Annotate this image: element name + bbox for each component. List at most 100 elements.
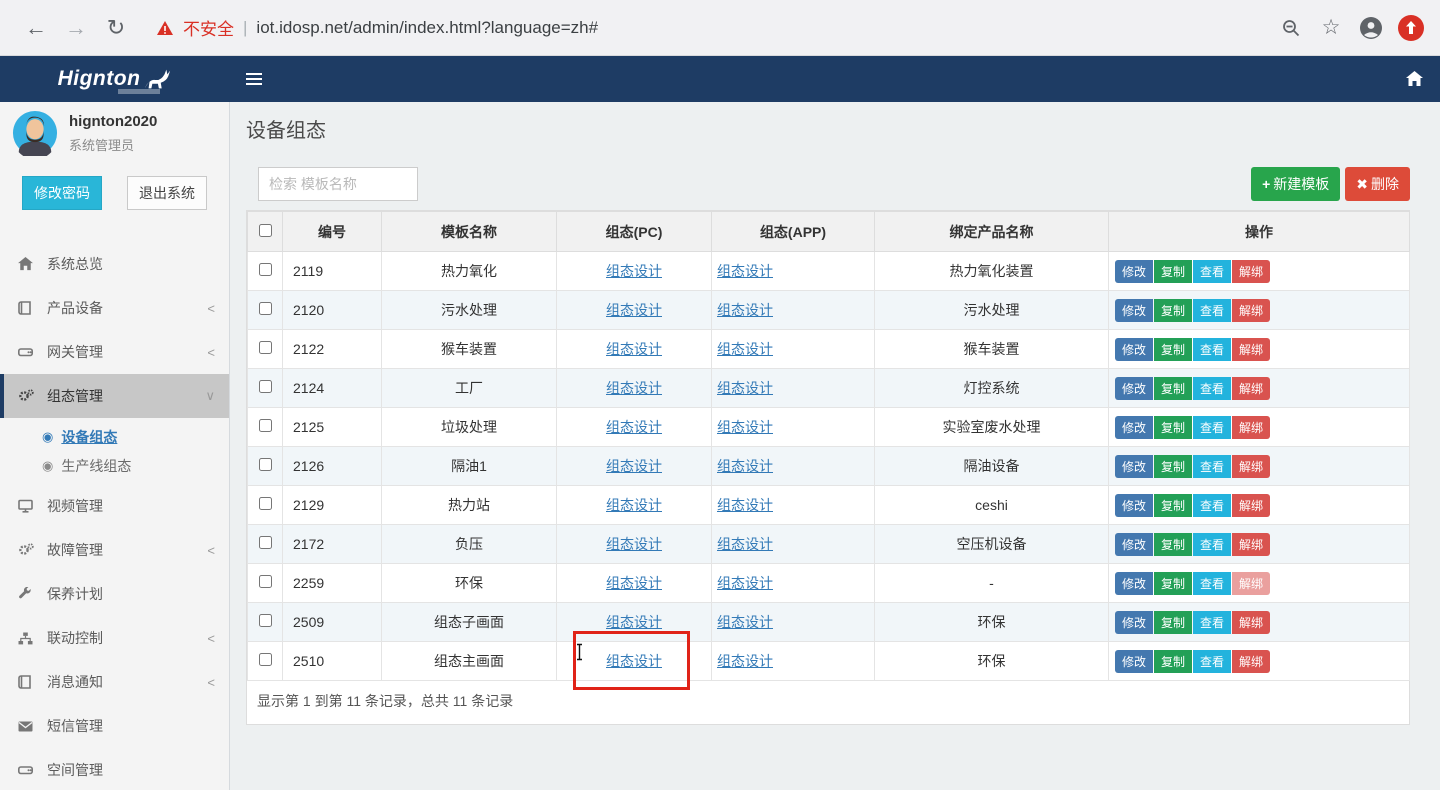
browser-reload-icon[interactable]: ↻ xyxy=(96,15,136,41)
edit-button[interactable]: 修改 xyxy=(1115,650,1153,673)
row-checkbox[interactable] xyxy=(259,419,272,432)
pc-design-link[interactable]: 组态设计 xyxy=(606,380,662,396)
row-checkbox[interactable] xyxy=(259,341,272,354)
sidebar-item-device-config[interactable]: ◉ 设备组态 xyxy=(0,422,229,451)
unbind-button[interactable]: 解绑 xyxy=(1232,650,1270,673)
sidebar-item-gateway-management[interactable]: 网关管理 < xyxy=(0,330,229,374)
browser-forward-icon[interactable]: → xyxy=(56,15,96,41)
row-checkbox[interactable] xyxy=(259,458,272,471)
app-design-link[interactable]: 组态设计 xyxy=(717,419,773,435)
browser-update-icon[interactable] xyxy=(1398,15,1424,41)
edit-button[interactable]: 修改 xyxy=(1115,572,1153,595)
new-template-button[interactable]: + 新建模板 xyxy=(1251,167,1340,201)
row-checkbox[interactable] xyxy=(259,380,272,393)
address-bar[interactable]: 不安全 | iot.idosp.net/admin/index.html?lan… xyxy=(156,15,1278,40)
row-checkbox[interactable] xyxy=(259,536,272,549)
unbind-button[interactable]: 解绑 xyxy=(1232,416,1270,439)
app-design-link[interactable]: 组态设计 xyxy=(717,341,773,357)
delete-button[interactable]: ✖ 删除 xyxy=(1345,167,1410,201)
copy-button[interactable]: 复制 xyxy=(1154,377,1192,400)
browser-back-icon[interactable]: ← xyxy=(16,15,56,41)
app-design-link[interactable]: 组态设计 xyxy=(717,302,773,318)
sidebar-item-config-management[interactable]: 组态管理 ∨ xyxy=(0,374,229,418)
app-design-link[interactable]: 组态设计 xyxy=(717,497,773,513)
row-checkbox[interactable] xyxy=(259,575,272,588)
sidebar-item-linkage-control[interactable]: 联动控制 < xyxy=(0,616,229,660)
copy-button[interactable]: 复制 xyxy=(1154,572,1192,595)
pc-design-link[interactable]: 组态设计 xyxy=(606,302,662,318)
brand-logo[interactable]: Hignton xyxy=(0,56,230,102)
unbind-button[interactable]: 解绑 xyxy=(1232,572,1270,595)
edit-button[interactable]: 修改 xyxy=(1115,494,1153,517)
view-button[interactable]: 查看 xyxy=(1193,533,1231,556)
row-checkbox[interactable] xyxy=(259,302,272,315)
view-button[interactable]: 查看 xyxy=(1193,494,1231,517)
unbind-button[interactable]: 解绑 xyxy=(1232,377,1270,400)
copy-button[interactable]: 复制 xyxy=(1154,299,1192,322)
pc-design-link[interactable]: 组态设计 xyxy=(606,419,662,435)
zoom-out-icon[interactable] xyxy=(1278,15,1304,41)
view-button[interactable]: 查看 xyxy=(1193,650,1231,673)
app-design-link[interactable]: 组态设计 xyxy=(717,536,773,552)
app-design-link[interactable]: 组态设计 xyxy=(717,380,773,396)
sidebar-item-system-overview[interactable]: 系统总览 xyxy=(0,242,229,286)
pc-design-link[interactable]: 组态设计 xyxy=(606,614,662,630)
edit-button[interactable]: 修改 xyxy=(1115,533,1153,556)
pc-design-link[interactable]: 组态设计 xyxy=(606,575,662,591)
copy-button[interactable]: 复制 xyxy=(1154,260,1192,283)
app-design-link[interactable]: 组态设计 xyxy=(717,575,773,591)
edit-button[interactable]: 修改 xyxy=(1115,260,1153,283)
view-button[interactable]: 查看 xyxy=(1193,416,1231,439)
sidebar-toggle-button[interactable] xyxy=(230,56,278,102)
bookmark-star-icon[interactable]: ☆ xyxy=(1318,15,1344,41)
app-design-link[interactable]: 组态设计 xyxy=(717,458,773,474)
view-button[interactable]: 查看 xyxy=(1193,260,1231,283)
unbind-button[interactable]: 解绑 xyxy=(1232,494,1270,517)
row-checkbox[interactable] xyxy=(259,263,272,276)
pc-design-link[interactable]: 组态设计 xyxy=(606,458,662,474)
unbind-button[interactable]: 解绑 xyxy=(1232,338,1270,361)
edit-button[interactable]: 修改 xyxy=(1115,299,1153,322)
sidebar-item-video-management[interactable]: 视频管理 xyxy=(0,484,229,528)
view-button[interactable]: 查看 xyxy=(1193,572,1231,595)
row-checkbox[interactable] xyxy=(259,497,272,510)
view-button[interactable]: 查看 xyxy=(1193,455,1231,478)
copy-button[interactable]: 复制 xyxy=(1154,533,1192,556)
edit-button[interactable]: 修改 xyxy=(1115,377,1153,400)
copy-button[interactable]: 复制 xyxy=(1154,650,1192,673)
unbind-button[interactable]: 解绑 xyxy=(1232,260,1270,283)
copy-button[interactable]: 复制 xyxy=(1154,455,1192,478)
edit-button[interactable]: 修改 xyxy=(1115,338,1153,361)
sidebar-item-maintenance-plan[interactable]: 保养计划 xyxy=(0,572,229,616)
select-all-checkbox[interactable] xyxy=(259,224,272,237)
sidebar-item-production-line-config[interactable]: ◉ 生产线组态 xyxy=(0,451,229,480)
home-button[interactable] xyxy=(1388,56,1440,102)
unbind-button[interactable]: 解绑 xyxy=(1232,611,1270,634)
copy-button[interactable]: 复制 xyxy=(1154,416,1192,439)
unbind-button[interactable]: 解绑 xyxy=(1232,455,1270,478)
pc-design-link[interactable]: 组态设计 xyxy=(606,653,662,669)
copy-button[interactable]: 复制 xyxy=(1154,611,1192,634)
pc-design-link[interactable]: 组态设计 xyxy=(606,536,662,552)
app-design-link[interactable]: 组态设计 xyxy=(717,614,773,630)
search-input[interactable] xyxy=(258,167,418,201)
copy-button[interactable]: 复制 xyxy=(1154,338,1192,361)
row-checkbox[interactable] xyxy=(259,653,272,666)
edit-button[interactable]: 修改 xyxy=(1115,416,1153,439)
app-design-link[interactable]: 组态设计 xyxy=(717,653,773,669)
view-button[interactable]: 查看 xyxy=(1193,611,1231,634)
unbind-button[interactable]: 解绑 xyxy=(1232,299,1270,322)
sidebar-item-space-management[interactable]: 空间管理 xyxy=(0,748,229,792)
copy-button[interactable]: 复制 xyxy=(1154,494,1192,517)
app-design-link[interactable]: 组态设计 xyxy=(717,263,773,279)
edit-button[interactable]: 修改 xyxy=(1115,455,1153,478)
edit-button[interactable]: 修改 xyxy=(1115,611,1153,634)
change-password-button[interactable]: 修改密码 xyxy=(22,176,102,210)
view-button[interactable]: 查看 xyxy=(1193,338,1231,361)
pc-design-link[interactable]: 组态设计 xyxy=(606,341,662,357)
row-checkbox[interactable] xyxy=(259,614,272,627)
pc-design-link[interactable]: 组态设计 xyxy=(606,497,662,513)
sidebar-item-message-notification[interactable]: 消息通知 < xyxy=(0,660,229,704)
view-button[interactable]: 查看 xyxy=(1193,377,1231,400)
sidebar-item-fault-management[interactable]: 故障管理 < xyxy=(0,528,229,572)
